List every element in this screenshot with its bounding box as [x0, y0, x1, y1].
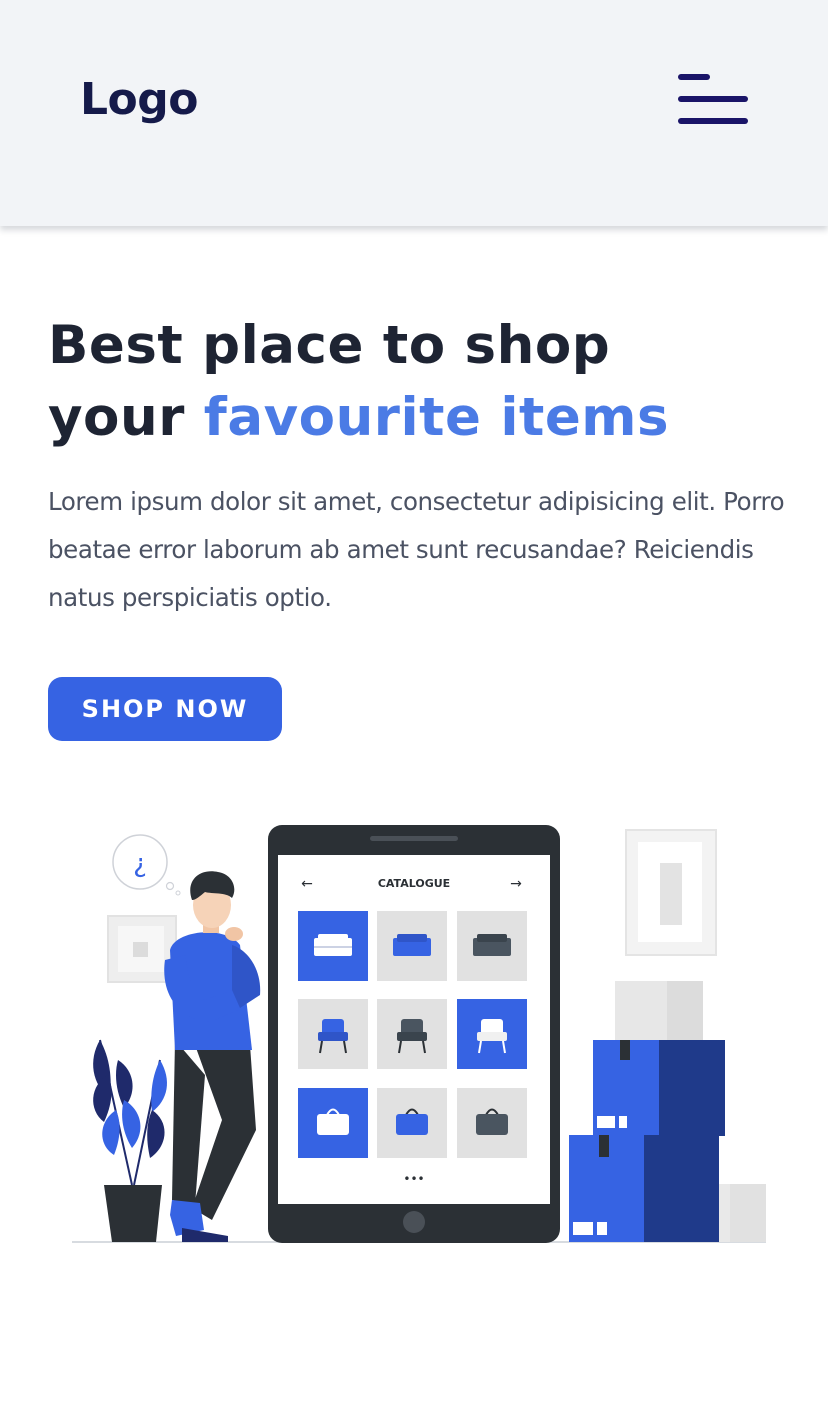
thought-bubble-icon: ¿: [112, 834, 181, 896]
tablet-device: ← CATALOGUE → •••: [268, 825, 560, 1243]
thinking-man-figure: [164, 871, 261, 1242]
hero-title-plain: your: [48, 387, 185, 448]
logo[interactable]: Logo: [80, 78, 199, 122]
hero-title-line1: Best place to shop: [48, 315, 611, 376]
catalogue-forward-arrow: →: [510, 876, 522, 892]
site-header: Logo: [0, 0, 828, 226]
sofa-icon: [314, 934, 352, 956]
hamburger-menu-icon[interactable]: [670, 68, 756, 132]
wall-frame-large-icon: [625, 829, 717, 956]
hero-title-accent: favourite items: [203, 387, 670, 448]
menu-bar-bottom: [678, 118, 748, 124]
sofa-icon: [393, 934, 431, 956]
shopping-illustration: ¿ ← CATALOGUE → •••: [72, 825, 766, 1243]
plant-icon: [93, 1039, 167, 1242]
menu-bar-top: [678, 74, 710, 80]
shop-now-button[interactable]: SHOP NOW: [48, 677, 282, 741]
question-mark: ¿: [133, 849, 147, 879]
catalogue-title: CATALOGUE: [378, 877, 450, 890]
sofa-icon: [473, 934, 511, 956]
menu-bar-middle: [678, 96, 748, 102]
hero-title: Best place to shop your favourite items: [48, 310, 669, 454]
boxes-stack: [569, 981, 766, 1242]
hero-description: Lorem ipsum dolor sit amet, consectetur …: [48, 487, 785, 612]
more-dots-icon: •••: [403, 1172, 424, 1186]
catalogue-back-arrow: ←: [301, 876, 313, 892]
